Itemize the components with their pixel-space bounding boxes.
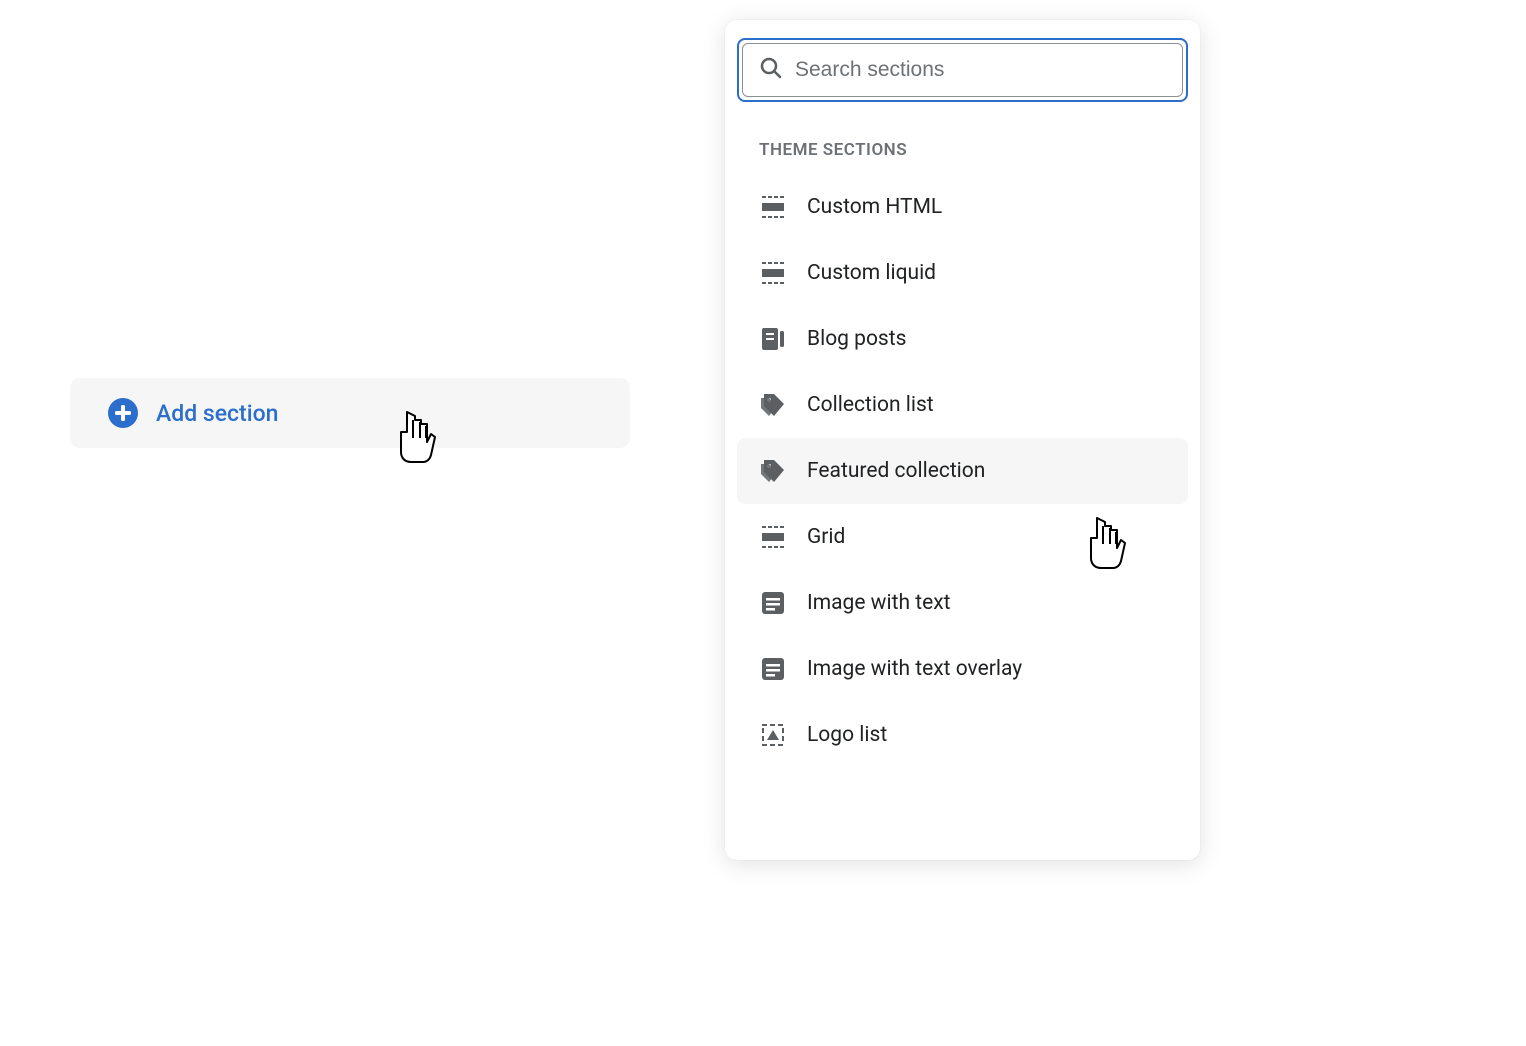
text-icon — [759, 655, 787, 683]
section-item[interactable]: Blog posts — [737, 306, 1188, 372]
tag-icon — [759, 457, 787, 485]
search-input[interactable] — [795, 58, 1166, 82]
search-icon — [759, 56, 783, 84]
group-header: THEME SECTIONS — [737, 126, 1188, 174]
search-input-container[interactable] — [742, 43, 1183, 97]
section-item[interactable]: Image with text — [737, 570, 1188, 636]
section-icon — [759, 259, 787, 287]
section-item-label: Grid — [807, 525, 845, 549]
section-item-label: Collection list — [807, 393, 934, 417]
section-item-label: Featured collection — [807, 459, 985, 483]
section-icon — [759, 193, 787, 221]
section-item[interactable]: Custom HTML — [737, 174, 1188, 240]
section-item-label: Image with text — [807, 591, 951, 615]
blog-icon — [759, 325, 787, 353]
tag-icon — [759, 391, 787, 419]
section-item-label: Image with text overlay — [807, 657, 1022, 681]
text-icon — [759, 589, 787, 617]
section-item[interactable]: Collection list — [737, 372, 1188, 438]
plus-circle-icon — [108, 398, 138, 428]
section-icon — [759, 523, 787, 551]
section-item[interactable]: Featured collection — [737, 438, 1188, 504]
sections-popover: THEME SECTIONS Custom HTML Custom liquid B… — [725, 20, 1200, 860]
section-item[interactable]: Custom liquid — [737, 240, 1188, 306]
logo-icon — [759, 721, 787, 749]
section-item-label: Custom liquid — [807, 261, 936, 285]
section-item[interactable]: Grid — [737, 504, 1188, 570]
search-field-wrap — [737, 38, 1188, 102]
section-item-label: Blog posts — [807, 327, 906, 351]
section-item[interactable]: Logo list — [737, 702, 1188, 768]
section-item-label: Logo list — [807, 723, 887, 747]
section-list: Custom HTML Custom liquid Blog posts Collec… — [737, 174, 1188, 768]
section-item-label: Custom HTML — [807, 195, 942, 219]
add-section-button[interactable]: Add section — [70, 378, 630, 448]
add-section-label: Add section — [156, 400, 278, 427]
section-item[interactable]: Image with text overlay — [737, 636, 1188, 702]
